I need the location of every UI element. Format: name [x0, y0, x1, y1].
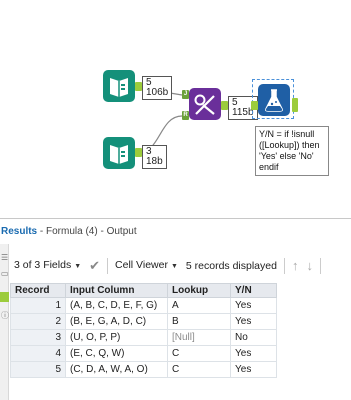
- results-toolbar: 3 of 3 Fields ▼ ✔ Cell Viewer ▼ 5 records …: [10, 256, 351, 276]
- cell-lookup[interactable]: C: [167, 345, 231, 362]
- cell-lookup[interactable]: C: [167, 361, 231, 378]
- cell-yn[interactable]: No: [230, 329, 277, 346]
- join-left-label: J: [183, 91, 188, 97]
- workflow-canvas[interactable]: 5 106b 3 18b J R 5 115b Y/N = if !isnull…: [0, 0, 351, 218]
- cell-input-column[interactable]: (B, E, G, A, D, C): [65, 313, 168, 330]
- join-output-anchor[interactable]: [221, 101, 228, 110]
- cell-input-column[interactable]: (U, O, P, P): [65, 329, 168, 346]
- cell-record[interactable]: 5: [10, 361, 66, 378]
- cell-input-column[interactable]: (C, D, A, W, A, O): [65, 361, 168, 378]
- cell-record[interactable]: 4: [10, 345, 66, 362]
- arrow-up-icon[interactable]: ↑: [288, 256, 303, 276]
- column-header-lookup[interactable]: Lookup: [167, 283, 231, 298]
- input-data-tool-1[interactable]: [103, 70, 135, 102]
- cell-record[interactable]: 2: [10, 313, 66, 330]
- input2-record-badge: 3 18b: [142, 145, 167, 169]
- table-header-row: Record Input Column Lookup Y/N: [10, 283, 277, 298]
- find-replace-tool[interactable]: [189, 88, 221, 120]
- connections: [139, 87, 252, 153]
- table-row[interactable]: 3 (U, O, P, P) [Null] No: [10, 329, 277, 346]
- results-left-rail: ☰ ▭ ⓘ: [0, 244, 9, 400]
- fields-dropdown[interactable]: 3 of 3 Fields ▼: [10, 255, 85, 277]
- cell-viewer-label: Cell Viewer: [115, 259, 168, 271]
- cell-yn[interactable]: Yes: [230, 361, 277, 378]
- table-row[interactable]: 1 (A, B, C, D, E, F, G) A Yes: [10, 297, 277, 314]
- input2-size: 18b: [146, 156, 163, 167]
- flask-icon: [265, 89, 283, 112]
- formula-annotation: Y/N = if !isnull ([Lookup]) then 'Yes' e…: [255, 126, 329, 176]
- cell-lookup[interactable]: A: [167, 297, 231, 314]
- records-displayed: 5 records displayed: [185, 260, 277, 272]
- cell-input-column[interactable]: (E, C, Q, W): [65, 345, 168, 362]
- results-table: Record Input Column Lookup Y/N 1 (A, B, …: [10, 283, 277, 378]
- arrow-down-icon[interactable]: ↓: [302, 256, 317, 276]
- toolbar-separator: [319, 258, 321, 274]
- toolbar-separator: [283, 258, 285, 274]
- cell-yn[interactable]: Yes: [230, 313, 277, 330]
- cell-viewer-dropdown[interactable]: Cell Viewer ▼: [111, 255, 182, 277]
- check-icon[interactable]: ✔: [85, 256, 104, 276]
- join-left-input-anchor[interactable]: J: [182, 90, 189, 99]
- toolbar-separator: [107, 258, 109, 274]
- join-icon: [194, 94, 215, 115]
- cell-yn[interactable]: Yes: [230, 297, 277, 314]
- table-row[interactable]: 5 (C, D, A, W, A, O) C Yes: [10, 361, 277, 378]
- chevron-down-icon: ▼: [170, 263, 178, 270]
- menu-icon[interactable]: ☰: [1, 254, 8, 262]
- column-header-record[interactable]: Record: [10, 283, 66, 298]
- input1-size: 106b: [146, 87, 169, 98]
- results-title: Results: [1, 226, 38, 237]
- join-right-label: R: [183, 112, 188, 118]
- cell-record[interactable]: 3: [10, 329, 66, 346]
- table-row[interactable]: 4 (E, C, Q, W) C Yes: [10, 345, 277, 362]
- column-header-yn[interactable]: Y/N: [230, 283, 277, 298]
- results-header: Results - Formula (4) - Output: [0, 222, 351, 242]
- results-path: - Formula (4) - Output: [37, 226, 137, 237]
- table-icon[interactable]: ▭: [1, 270, 9, 278]
- input2-output-anchor[interactable]: [135, 148, 142, 157]
- book-icon: [110, 145, 128, 164]
- formula-input-anchor[interactable]: [251, 101, 258, 110]
- book-icon: [110, 78, 128, 97]
- chevron-down-icon: ▼: [74, 263, 82, 270]
- cell-lookup[interactable]: B: [167, 313, 231, 330]
- selected-anchor-indicator: [0, 292, 9, 302]
- formula-output-anchor[interactable]: [292, 98, 298, 112]
- column-header-input-column[interactable]: Input Column: [65, 283, 168, 298]
- cell-yn[interactable]: Yes: [230, 345, 277, 362]
- cell-record[interactable]: 1: [10, 297, 66, 314]
- cell-lookup[interactable]: [Null]: [167, 329, 231, 346]
- input1-record-badge: 5 106b: [142, 76, 173, 100]
- cell-input-column[interactable]: (A, B, C, D, E, F, G): [65, 297, 168, 314]
- formula-tool[interactable]: [258, 84, 290, 116]
- join-right-input-anchor[interactable]: R: [182, 111, 189, 120]
- input1-output-anchor[interactable]: [135, 82, 142, 91]
- input-data-tool-2[interactable]: [103, 137, 135, 169]
- panel-divider[interactable]: [0, 218, 351, 219]
- info-icon[interactable]: ⓘ: [1, 312, 9, 320]
- fields-label: 3 of 3 Fields: [14, 259, 72, 271]
- table-row[interactable]: 2 (B, E, G, A, D, C) B Yes: [10, 313, 277, 330]
